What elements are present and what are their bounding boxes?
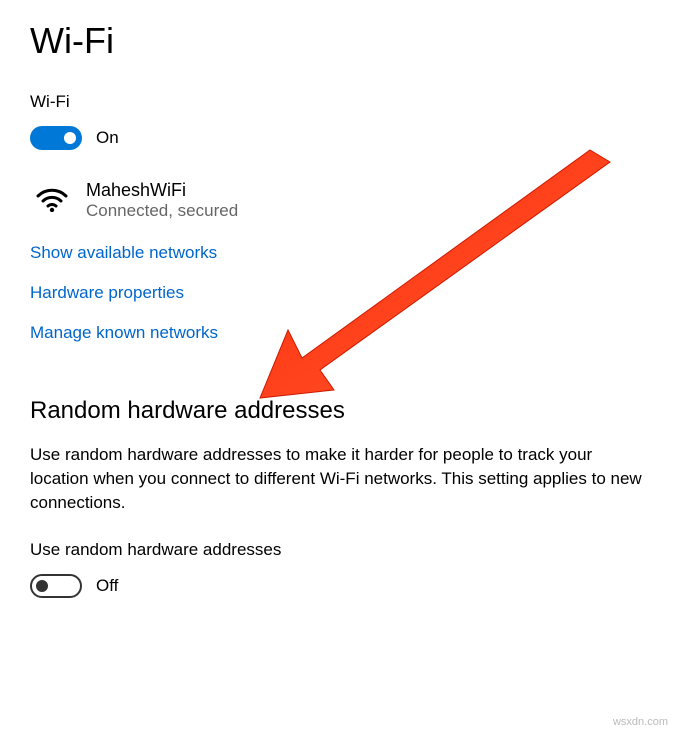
manage-known-networks-link[interactable]: Manage known networks bbox=[30, 323, 650, 343]
show-available-networks-link[interactable]: Show available networks bbox=[30, 243, 650, 263]
random-hw-toggle-state: Off bbox=[96, 576, 118, 596]
wifi-toggle-knob bbox=[64, 132, 76, 144]
random-hw-toggle-knob bbox=[36, 580, 48, 592]
wifi-signal-icon bbox=[34, 182, 70, 217]
network-name: MaheshWiFi bbox=[86, 180, 238, 201]
random-hw-toggle-row: Off bbox=[30, 574, 650, 598]
wifi-toggle-state: On bbox=[96, 128, 119, 148]
random-hw-heading: Random hardware addresses bbox=[30, 397, 650, 425]
hardware-properties-link[interactable]: Hardware properties bbox=[30, 283, 650, 303]
wifi-section-label: Wi-Fi bbox=[30, 92, 650, 112]
wifi-toggle-row: On bbox=[30, 126, 650, 150]
random-hw-toggle-label: Use random hardware addresses bbox=[30, 540, 650, 560]
current-network[interactable]: MaheshWiFi Connected, secured bbox=[30, 180, 650, 221]
random-hw-toggle[interactable] bbox=[30, 574, 82, 598]
page-title: Wi-Fi bbox=[30, 20, 650, 62]
network-status: Connected, secured bbox=[86, 201, 238, 221]
wifi-toggle[interactable] bbox=[30, 126, 82, 150]
random-hw-description: Use random hardware addresses to make it… bbox=[30, 443, 650, 514]
watermark: wsxdn.com bbox=[613, 716, 668, 728]
